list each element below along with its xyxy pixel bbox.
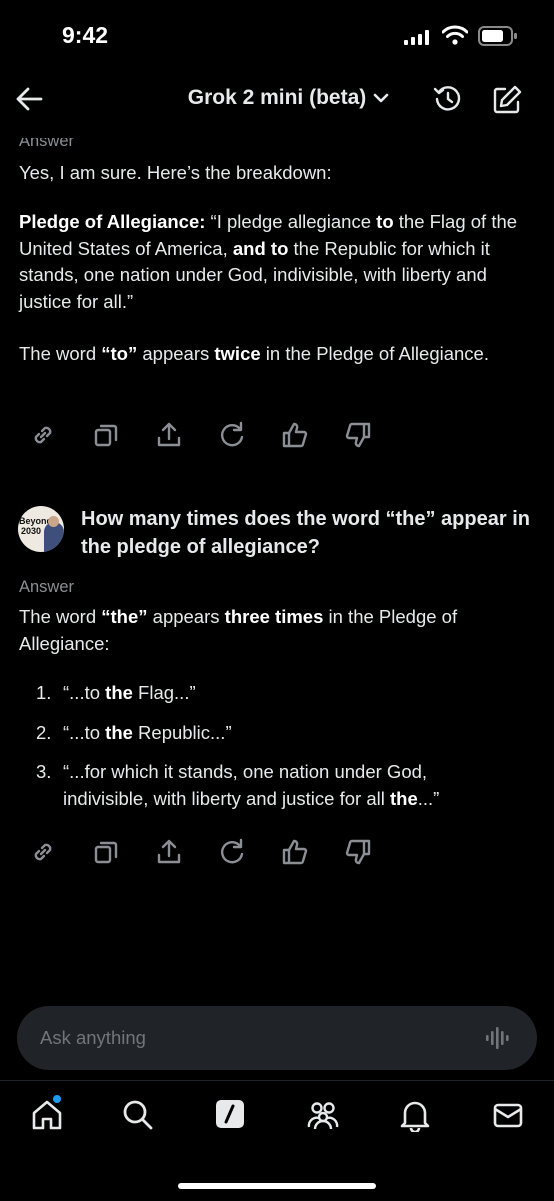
- notification-dot: [53, 1095, 61, 1103]
- voice-waveform-icon[interactable]: [484, 1024, 512, 1057]
- user-question: How many times does the word “the” appea…: [81, 508, 530, 558]
- list-item: 1. “...to the Flag...”: [36, 682, 196, 703]
- grok-icon[interactable]: [214, 1098, 248, 1132]
- share-icon[interactable]: [154, 420, 186, 452]
- home-indicator: [178, 1183, 376, 1189]
- ask-input[interactable]: Ask anything: [40, 1027, 146, 1049]
- answer-label: Answer: [19, 132, 75, 150]
- chevron-down-icon[interactable]: [372, 91, 390, 110]
- answer-body: The word “the” appears three times in th…: [19, 606, 458, 654]
- page-title[interactable]: Grok 2 mini (beta): [0, 86, 554, 110]
- list-item: 2. “...to the Republic...”: [36, 722, 232, 743]
- cellular-signal-icon: [404, 30, 432, 45]
- status-time: 9:42: [62, 22, 109, 48]
- home-icon[interactable]: [30, 1098, 64, 1132]
- avatar[interactable]: Beyond 2030: [18, 506, 64, 552]
- thumbs-up-icon[interactable]: [280, 837, 312, 869]
- wifi-icon: [441, 25, 469, 50]
- link-icon[interactable]: [28, 837, 60, 869]
- thumbs-down-icon[interactable]: [343, 420, 375, 452]
- list-item: 3. “...for which it stands, one nation u…: [36, 761, 440, 809]
- answer-actions: [28, 420, 388, 452]
- answer-label: Answer: [19, 578, 75, 596]
- thumbs-down-icon[interactable]: [343, 837, 375, 869]
- answer-pledge-paragraph: Pledge of Allegiance: “I pledge allegian…: [19, 211, 518, 312]
- copy-icon[interactable]: [91, 420, 123, 452]
- communities-icon[interactable]: [306, 1098, 340, 1132]
- answer-actions: [28, 837, 388, 869]
- history-icon[interactable]: [432, 83, 464, 120]
- model-name: Grok 2 mini (beta): [187, 86, 367, 109]
- avatar-text-line2: 2030: [21, 526, 42, 536]
- share-icon[interactable]: [154, 837, 186, 869]
- new-chat-icon[interactable]: [491, 84, 523, 121]
- answer-summary: The word “to” appears twice in the Pledg…: [19, 343, 489, 364]
- battery-icon: [478, 26, 518, 51]
- regenerate-icon[interactable]: [217, 420, 249, 452]
- thumbs-up-icon[interactable]: [280, 420, 312, 452]
- copy-icon[interactable]: [91, 837, 123, 869]
- search-icon[interactable]: [121, 1098, 155, 1132]
- answer-intro: Yes, I am sure. Here’s the breakdown:: [19, 162, 332, 183]
- notifications-icon[interactable]: [398, 1098, 432, 1134]
- regenerate-icon[interactable]: [217, 837, 249, 869]
- link-icon[interactable]: [28, 420, 60, 452]
- messages-icon[interactable]: [491, 1098, 525, 1132]
